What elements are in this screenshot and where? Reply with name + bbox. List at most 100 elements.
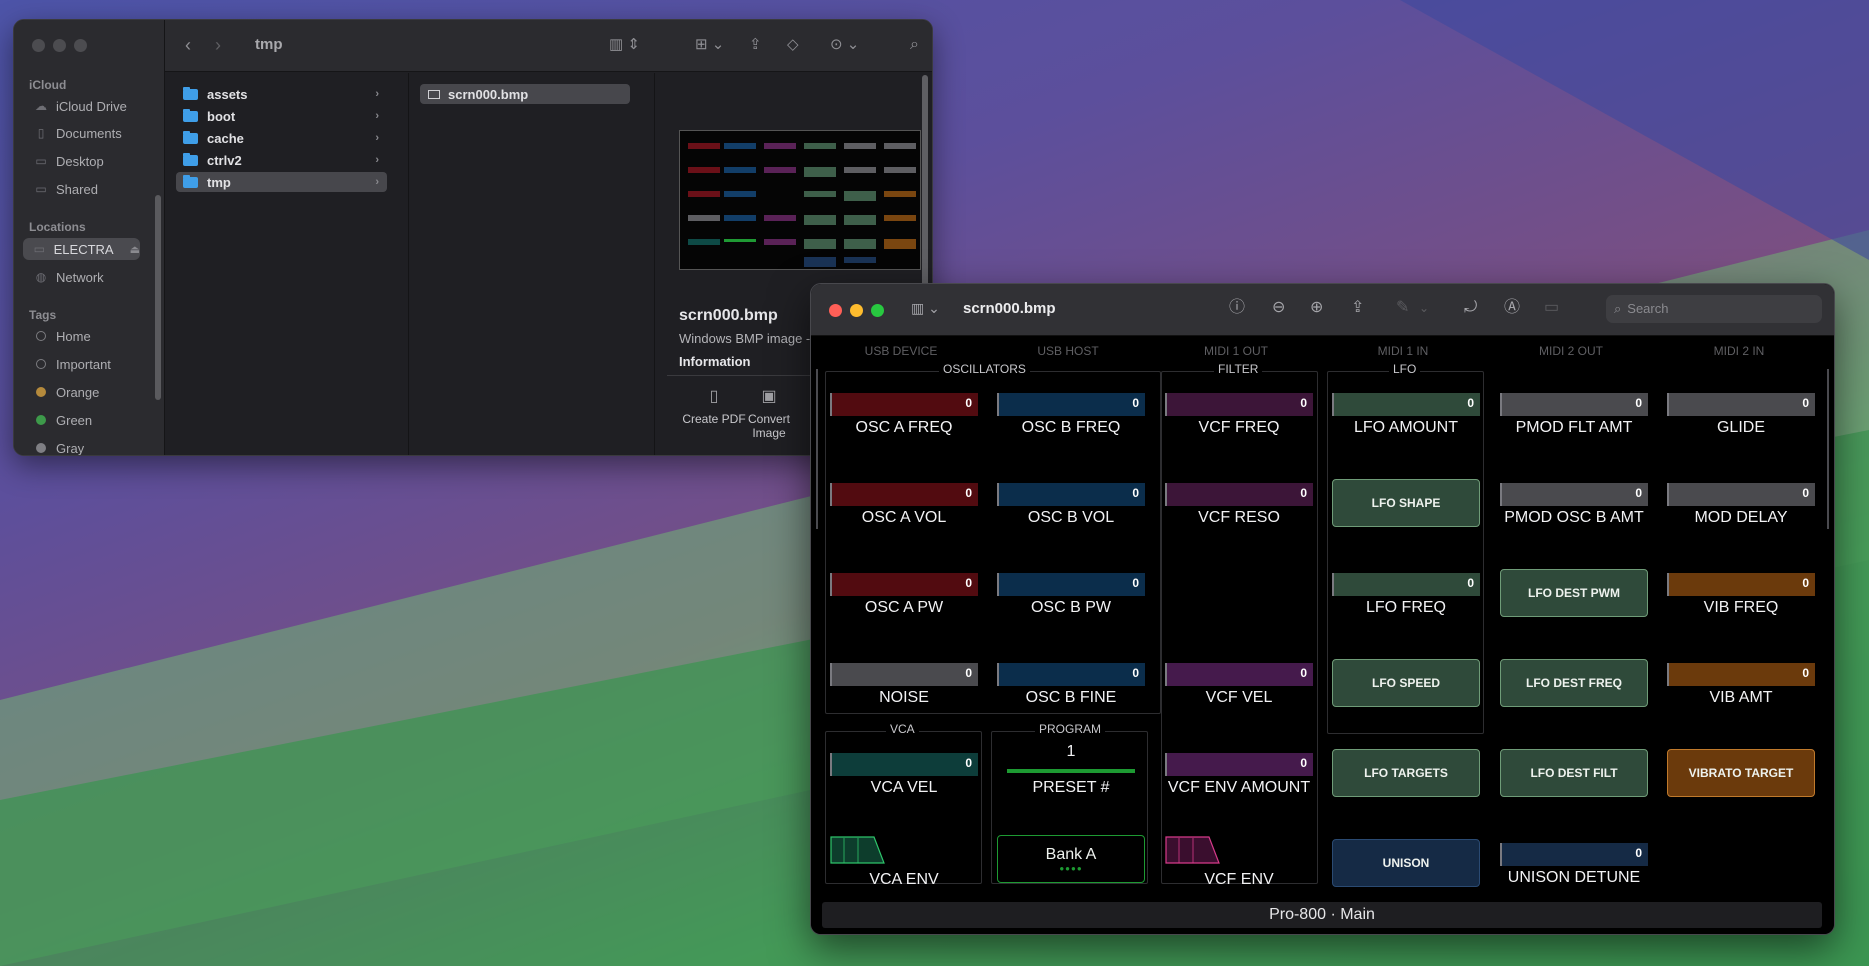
sidebar-tag-gray[interactable]: Gray [34, 437, 84, 455]
preset-number-control[interactable]: 1 PRESET # [997, 743, 1145, 797]
glide-control[interactable]: 0 GLIDE [1667, 393, 1815, 437]
lfo-speed-button[interactable]: LFO SPEED [1332, 659, 1480, 707]
value-bar[interactable]: 0 [1165, 483, 1313, 506]
close-button[interactable] [32, 39, 45, 52]
sidebar-item-icloud-drive[interactable]: ☁ iCloud Drive [34, 95, 127, 117]
lfo-targets-button[interactable]: LFO TARGETS [1332, 749, 1480, 797]
highlight-menu-chevron-icon[interactable]: ⌄ [1419, 298, 1429, 318]
highlight-pen-icon[interactable]: ✎ [1396, 298, 1409, 318]
vcf-env-control[interactable]: VCF ENV [1165, 835, 1313, 889]
eject-icon[interactable]: ⏏ [130, 243, 140, 256]
vcf-reso-control[interactable]: 0 VCF RESO [1165, 483, 1313, 527]
column-view-icon[interactable]: ▥ ⇕ [609, 35, 640, 55]
value-bar[interactable]: 0 [1165, 393, 1313, 416]
convert-image-button[interactable]: ▣ Convert Image [739, 386, 799, 440]
value-bar[interactable]: 0 [997, 573, 1145, 596]
lfo-dest-filt-button[interactable]: LFO DEST FILT [1500, 749, 1648, 797]
value-bar[interactable]: 0 [830, 573, 978, 596]
value-bar[interactable]: 0 [1500, 843, 1648, 866]
lfo-amount-control[interactable]: 0 LFO AMOUNT [1332, 393, 1480, 437]
value-bar[interactable]: 0 [1332, 573, 1480, 596]
value-bar[interactable]: 0 [1165, 753, 1313, 776]
vibrato-target-button[interactable]: VIBRATO TARGET [1667, 749, 1815, 797]
info-icon[interactable]: ⓘ [1229, 298, 1245, 318]
vib-amt-control[interactable]: 0 VIB AMT [1667, 663, 1815, 707]
value-bar[interactable]: 0 [997, 393, 1145, 416]
lfo-freq-control[interactable]: 0 LFO FREQ [1332, 573, 1480, 617]
unison-detune-control[interactable]: 0 UNISON DETUNE [1500, 843, 1648, 887]
sidebar-item-electra[interactable]: ▭ ELECTRA ⏏ [23, 238, 140, 260]
osc-b-freq-control[interactable]: 0 OSC B FREQ [997, 393, 1145, 437]
pmod-flt-amt-control[interactable]: 0 PMOD FLT AMT [1500, 393, 1648, 437]
close-button[interactable] [829, 304, 842, 317]
pmod-osc-b-amt-control[interactable]: 0 PMOD OSC B AMT [1500, 483, 1648, 527]
form-fill-icon[interactable]: ▭ [1544, 298, 1559, 318]
markup-icon[interactable]: Ⓐ [1504, 298, 1520, 318]
sidebar-item-documents[interactable]: ▯ Documents [34, 122, 122, 144]
value-bar[interactable]: 0 [830, 393, 978, 416]
vcf-vel-control[interactable]: 0 VCF VEL [1165, 663, 1313, 707]
osc-b-vol-control[interactable]: 0 OSC B VOL [997, 483, 1145, 527]
lfo-dest-freq-button[interactable]: LFO DEST FREQ [1500, 659, 1648, 707]
vcf-freq-control[interactable]: 0 VCF FREQ [1165, 393, 1313, 437]
value-bar[interactable]: 0 [1667, 663, 1815, 686]
sidebar-tag-orange[interactable]: Orange [34, 381, 99, 403]
vca-vel-control[interactable]: 0 VCA VEL [830, 753, 978, 797]
search-field[interactable]: ⌕ Search [1606, 295, 1822, 323]
value-bar[interactable]: 0 [830, 483, 978, 506]
value-bar[interactable]: 0 [1667, 573, 1815, 596]
value-bar[interactable]: 0 [1332, 393, 1480, 416]
folder-row-assets[interactable]: assets › [176, 84, 387, 104]
lfo-dest-pwm-button[interactable]: LFO DEST PWM [1500, 569, 1648, 617]
value-bar[interactable]: 0 [1667, 393, 1815, 416]
sidebar-item-shared[interactable]: ▭ Shared [34, 178, 98, 200]
osc-b-fine-control[interactable]: 0 OSC B FINE [997, 663, 1145, 707]
noise-control[interactable]: 0 NOISE [830, 663, 978, 707]
value-bar[interactable]: 0 [830, 663, 978, 686]
osc-b-pw-control[interactable]: 0 OSC B PW [997, 573, 1145, 617]
sidebar-tag-green[interactable]: Green [34, 409, 92, 431]
sidebar-item-network[interactable]: ◍ Network [34, 266, 104, 288]
zoom-in-icon[interactable]: ⊕ [1310, 298, 1323, 318]
zoom-out-icon[interactable]: ⊖ [1272, 298, 1285, 318]
value-bar[interactable]: 0 [1500, 483, 1648, 506]
vca-env-control[interactable]: VCA ENV [830, 835, 978, 889]
lfo-shape-button[interactable]: LFO SHAPE [1332, 479, 1480, 527]
tag-icon[interactable]: ◇ [787, 35, 799, 55]
osc-a-pw-control[interactable]: 0 OSC A PW [830, 573, 978, 617]
osc-a-vol-control[interactable]: 0 OSC A VOL [830, 483, 978, 527]
sidebar-tag-home[interactable]: Home [34, 325, 91, 347]
share-icon[interactable]: ⇪ [749, 35, 762, 55]
value-bar[interactable]: 0 [1667, 483, 1815, 506]
zoom-button[interactable] [871, 304, 884, 317]
value-bar[interactable]: 0 [1500, 393, 1648, 416]
value-bar[interactable]: 0 [1165, 663, 1313, 686]
mod-delay-control[interactable]: 0 MOD DELAY [1667, 483, 1815, 527]
osc-a-freq-control[interactable]: 0 OSC A FREQ [830, 393, 978, 437]
folder-row-cache[interactable]: cache › [176, 128, 387, 148]
sidebar-tag-important[interactable]: Important [34, 353, 111, 375]
forward-chevron-icon[interactable]: › [215, 35, 221, 55]
sidebar-toggle-icon[interactable]: ▥ ⌄ [911, 298, 940, 318]
sidebar-item-desktop[interactable]: ▭ Desktop [34, 150, 103, 172]
unison-button[interactable]: UNISON [1332, 839, 1480, 887]
zoom-button[interactable] [74, 39, 87, 52]
minimize-button[interactable] [53, 39, 66, 52]
value-bar[interactable]: 0 [997, 483, 1145, 506]
folder-row-tmp[interactable]: tmp › [176, 172, 387, 192]
bank-selector[interactable]: Bank A ●●●● [997, 835, 1145, 883]
rotate-icon[interactable]: ⤾ [1464, 298, 1477, 318]
share-icon[interactable]: ⇪ [1351, 298, 1364, 318]
group-grid-icon[interactable]: ⊞ ⌄ [695, 35, 724, 55]
value-bar[interactable]: 0 [830, 753, 978, 776]
file-row-scrn000[interactable]: scrn000.bmp [420, 84, 630, 104]
back-chevron-icon[interactable]: ‹ [185, 35, 191, 55]
more-actions-icon[interactable]: ⊙ ⌄ [830, 35, 859, 55]
vib-freq-control[interactable]: 0 VIB FREQ [1667, 573, 1815, 617]
search-icon[interactable]: ⌕ [910, 35, 919, 55]
vcf-env-amount-control[interactable]: 0 VCF ENV AMOUNT [1165, 753, 1313, 797]
minimize-button[interactable] [850, 304, 863, 317]
folder-row-boot[interactable]: boot › [176, 106, 387, 126]
value-bar[interactable]: 0 [997, 663, 1145, 686]
folder-row-ctrlv2[interactable]: ctrlv2 › [176, 150, 387, 170]
